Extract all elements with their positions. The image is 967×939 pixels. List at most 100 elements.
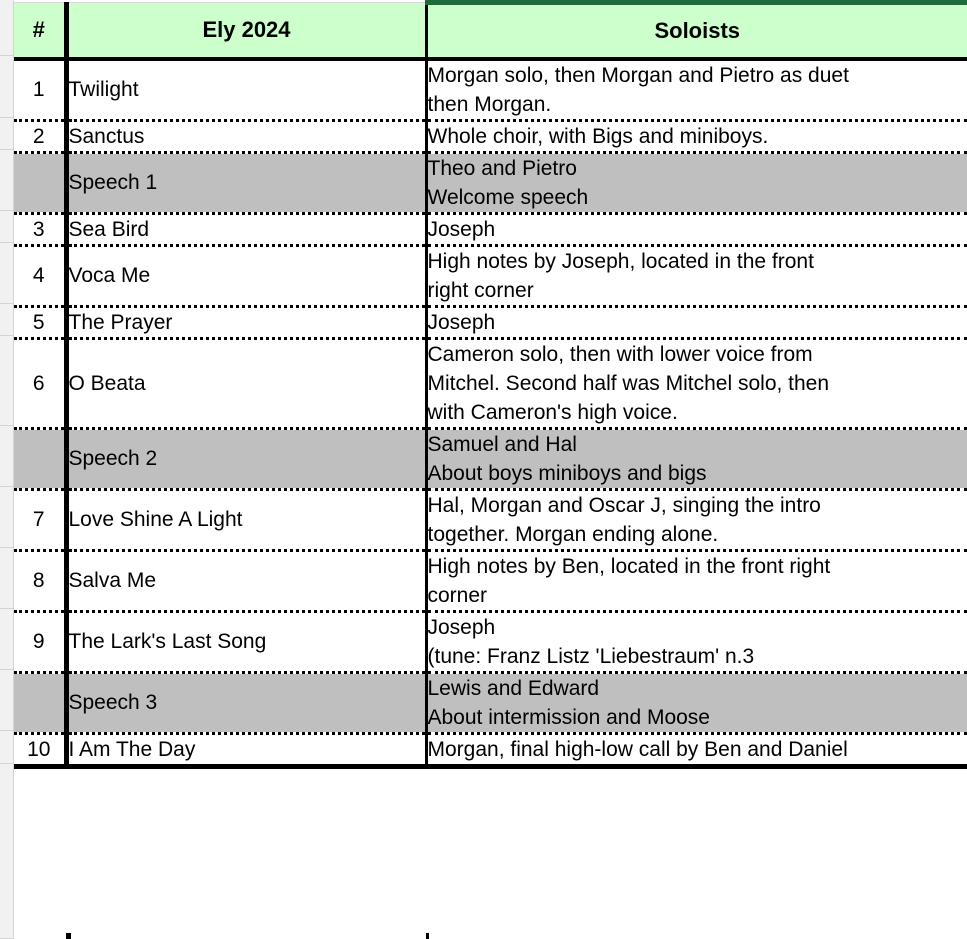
column-header-soloists[interactable]: Soloists (424, 0, 967, 61)
cell-soloists-line: Morgan, final high-low call by Ben and D… (427, 737, 848, 761)
table-row[interactable]: 7 Love Shine A Light Hal, Morgan and Oscar… (14, 489, 967, 552)
cell-soloists-line: Hal, Morgan and Oscar J, singing the int… (427, 493, 821, 517)
cell-soloists[interactable]: Hal, Morgan and Oscar J, singing the int… (424, 489, 967, 552)
table-row[interactable]: 5 The Prayer Joseph (14, 306, 967, 340)
cell-number[interactable] (14, 672, 66, 735)
cell-soloists-line: About boys miniboys and bigs (427, 461, 707, 485)
cell-title[interactable]: Salva Me (63, 550, 426, 613)
table-row[interactable]: Speech 1 Theo and Pietro Welcome speech (14, 152, 967, 215)
cell-number[interactable]: 10 (14, 733, 66, 769)
cell-title[interactable]: The Lark's Last Song (63, 611, 426, 674)
cell-soloists-line: High notes by Ben, located in the front … (427, 554, 831, 578)
cell-title[interactable]: Speech 3 (63, 672, 426, 735)
cell-number[interactable]: 9 (14, 611, 66, 674)
cell-soloists[interactable]: Morgan, final high-low call by Ben and D… (424, 733, 967, 769)
cell-soloists[interactable]: Joseph (424, 213, 967, 247)
cell-soloists[interactable]: Lewis and Edward About intermission and M… (424, 672, 967, 735)
cell-soloists[interactable]: Joseph (tune: Franz Listz 'Liebestraum' n… (424, 611, 967, 674)
row-header-cell[interactable] (0, 243, 13, 304)
cell-soloists[interactable]: Morgan solo, then Morgan and Pietro as d… (424, 58, 967, 122)
cell-soloists-line: with Cameron's high voice. (427, 400, 678, 424)
cell-title[interactable]: Speech 2 (63, 428, 426, 491)
row-header-cell[interactable] (0, 487, 13, 548)
cell-soloists-line: (tune: Franz Listz 'Liebestraum' n.3 (427, 644, 755, 668)
table-row[interactable]: 9 The Lark's Last Song Joseph (tune: Franz … (14, 611, 967, 674)
row-header-cell[interactable] (0, 0, 13, 56)
divider-title-soloists (426, 933, 429, 939)
cell-soloists-line: Lewis and Edward (427, 676, 600, 700)
table-header: # Ely 2024 Soloists (14, 0, 967, 61)
cell-soloists-line: Joseph (427, 310, 496, 334)
table-row[interactable]: 8 Salva Me High notes by Ben, located in t… (14, 550, 967, 613)
cell-title[interactable]: The Prayer (63, 306, 426, 340)
row-header-cell[interactable] (0, 150, 13, 211)
table-body: 1 Twilight Morgan solo, then Morgan and Pi… (14, 58, 967, 769)
cell-title[interactable]: Sanctus (63, 120, 426, 154)
cell-number[interactable]: 7 (14, 489, 66, 552)
table-row[interactable]: 10 I Am The Day Morgan, final high-low cal… (14, 733, 967, 769)
cell-soloists-line: corner (427, 583, 488, 607)
table-row[interactable]: 2 Sanctus Whole choir, with Bigs and minib… (14, 120, 967, 154)
row-header-cell[interactable] (0, 764, 13, 939)
cell-soloists[interactable]: Theo and Pietro Welcome speech (424, 152, 967, 215)
cell-title[interactable]: O Beata (63, 338, 426, 430)
table-row[interactable]: 3 Sea Bird Joseph (14, 213, 967, 247)
spreadsheet-canvas: # Ely 2024 Soloists 1 Twilight Morgan solo… (0, 0, 967, 939)
cell-soloists-line: About intermission and Moose (427, 705, 710, 729)
cell-number[interactable]: 1 (14, 58, 66, 122)
cell-soloists-line: Welcome speech (427, 185, 589, 209)
cell-soloists[interactable]: Whole choir, with Bigs and miniboys. (424, 120, 967, 154)
cell-title[interactable]: Love Shine A Light (63, 489, 426, 552)
cell-soloists[interactable]: Joseph (424, 306, 967, 340)
row-header-cell[interactable] (0, 670, 13, 731)
cell-title[interactable]: Twilight (63, 58, 426, 122)
cell-title[interactable]: Voca Me (63, 245, 426, 308)
row-header-gutter (0, 0, 14, 939)
table-row[interactable]: 6O Beata Cameron solo, then with lower vo… (14, 338, 967, 430)
row-header-cell[interactable] (0, 211, 13, 243)
cell-soloists[interactable]: High notes by Ben, located in the front … (424, 550, 967, 613)
cell-soloists-line: Samuel and Hal (427, 432, 577, 456)
table-row[interactable]: Speech 3 Lewis and Edward About intermissi… (14, 672, 967, 735)
row-header-cell[interactable] (0, 56, 13, 118)
divider-number-title (66, 933, 71, 939)
cell-number[interactable]: 8 (14, 550, 66, 613)
cell-soloists[interactable]: High notes by Joseph, located in the fro… (424, 245, 967, 308)
cell-soloists-line: High notes by Joseph, located in the fro… (427, 249, 814, 273)
row-header-cell[interactable] (0, 731, 13, 764)
row-header-cell[interactable] (0, 548, 13, 609)
cell-soloists-line: then Morgan. (427, 92, 552, 116)
cell-title[interactable]: Speech 1 (63, 152, 426, 215)
column-header-number[interactable]: # (14, 2, 66, 61)
cell-soloists-line: Theo and Pietro (427, 156, 577, 180)
row-header-cell[interactable] (0, 304, 13, 336)
cell-title[interactable]: I Am The Day (63, 733, 426, 769)
cell-number[interactable] (14, 428, 66, 491)
cell-number[interactable]: 6 (14, 338, 66, 430)
cell-soloists-line: Joseph (427, 217, 496, 241)
setlist-table: # Ely 2024 Soloists 1 Twilight Morgan solo… (14, 0, 967, 769)
row-header-cell[interactable] (0, 609, 13, 670)
row-header-cell[interactable] (0, 118, 13, 150)
table-row[interactable]: 1 Twilight Morgan solo, then Morgan and Pi… (14, 58, 967, 122)
cell-number[interactable]: 5 (14, 306, 66, 340)
cell-number[interactable] (14, 152, 66, 215)
cell-soloists-line: Joseph (427, 615, 496, 639)
cell-number[interactable]: 2 (14, 120, 66, 154)
cell-soloists[interactable]: Cameron solo, then with lower voice from… (424, 338, 967, 430)
cell-soloists-line: Whole choir, with Bigs and miniboys. (427, 124, 769, 148)
cell-soloists-line: Morgan solo, then Morgan and Pietro as d… (427, 63, 849, 87)
header-row: # Ely 2024 Soloists (14, 0, 967, 61)
cell-title[interactable]: Sea Bird (63, 213, 426, 247)
table-row[interactable]: Speech 2 Samuel and Hal About boys miniboy… (14, 428, 967, 491)
column-header-title[interactable]: Ely 2024 (63, 2, 426, 61)
cell-number[interactable]: 4 (14, 245, 66, 308)
table-bottom-edge (14, 933, 967, 939)
row-header-cell[interactable] (0, 426, 13, 487)
cell-soloists-line: Cameron solo, then with lower voice from (427, 342, 813, 366)
row-header-cell[interactable] (0, 336, 13, 426)
cell-soloists-line: Mitchel. Second half was Mitchel solo, t… (427, 371, 830, 395)
cell-number[interactable]: 3 (14, 213, 66, 247)
table-row[interactable]: 4 Voca Me High notes by Joseph, located in… (14, 245, 967, 308)
cell-soloists[interactable]: Samuel and Hal About boys miniboys and bi… (424, 428, 967, 491)
